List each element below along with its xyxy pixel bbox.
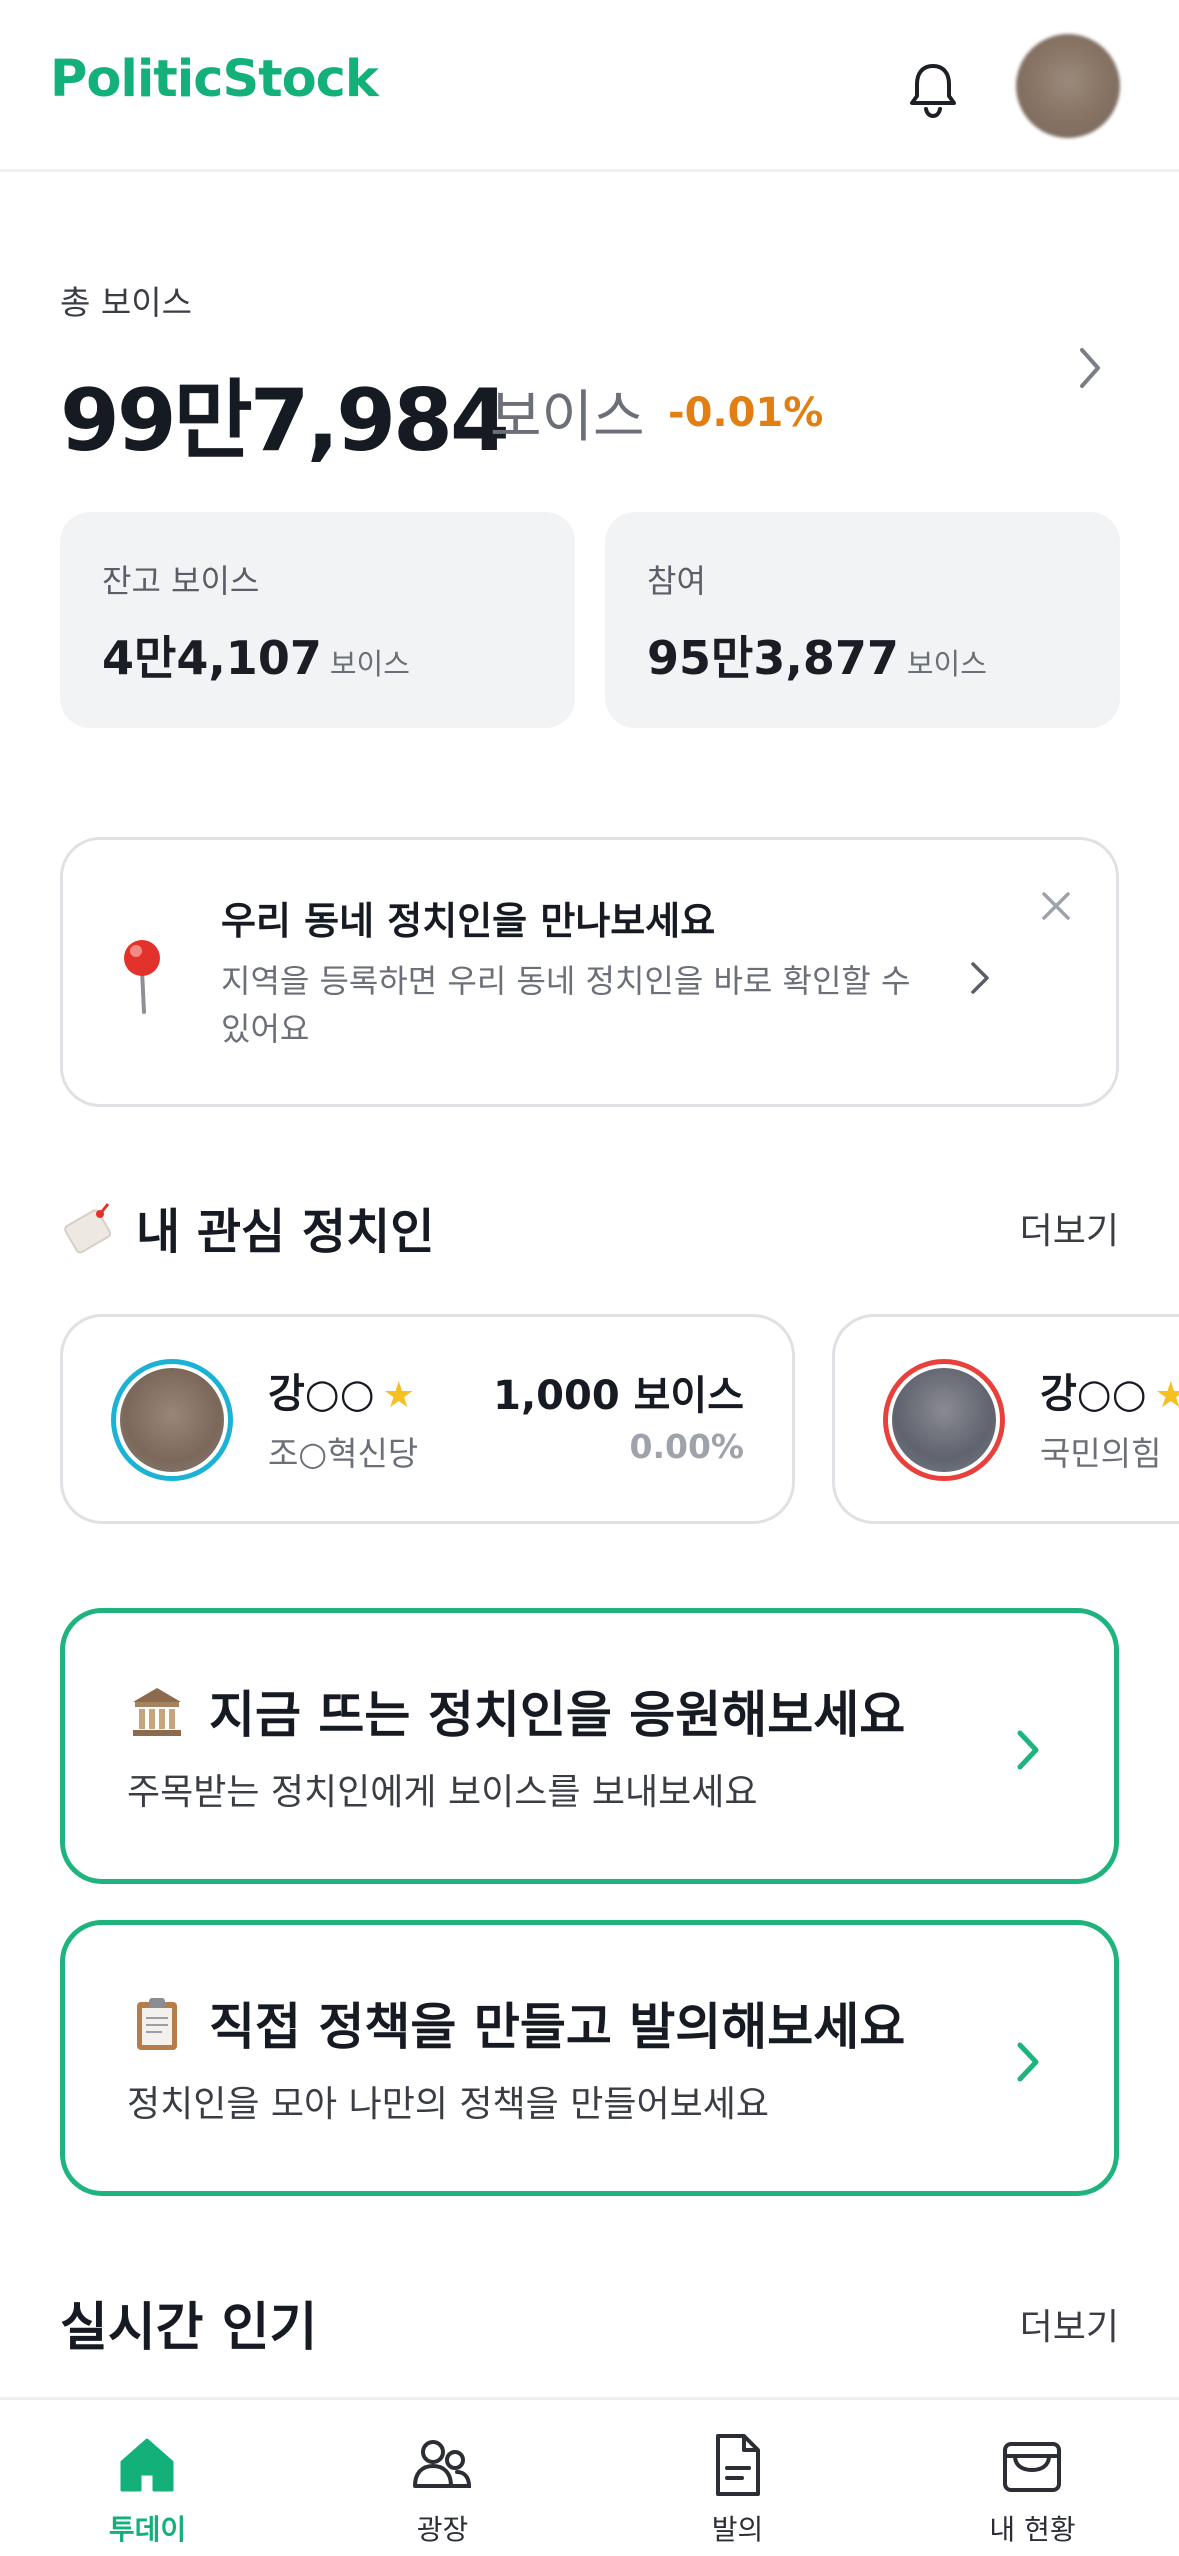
total-voice-unit: 보이스 [490,385,645,450]
participation-value: 95만3,877 보이스 [647,622,987,688]
pin-icon [124,940,160,1014]
politician-name: 강○○ ★ [1040,1361,1179,1419]
remaining-voice-card[interactable]: 잔고 보이스 4만4,107 보이스 [60,512,575,728]
app-logo[interactable]: PoliticStock [50,50,379,109]
realtime-heading: 실시간 인기 [60,2298,318,2358]
profile-avatar[interactable] [1016,34,1120,138]
close-icon[interactable] [1038,888,1074,924]
tag-icon [64,1203,112,1254]
promo-description: 정치인을 모아 나만의 정책을 만들어보세요 [127,2084,769,2125]
document-icon [716,2434,760,2496]
chevron-right-icon[interactable] [1010,2035,1044,2089]
bottom-navigation: 투데이 광장 발의 내 현황 [0,2397,1179,2556]
politician-name-text: 강○○ [268,1371,375,1417]
chevron-right-icon[interactable] [963,954,995,1002]
favorites-title: 내 관심 정치인 [136,1204,435,1260]
home-icon [120,2438,174,2492]
participation-card[interactable]: 참여 95만3,877 보이스 [605,512,1120,728]
participation-unit: 보이스 [906,647,987,681]
remaining-voice-unit: 보이스 [329,647,410,681]
nav-label: 투데이 [108,2513,187,2546]
politician-party: 조○혁신당 [268,1434,419,1473]
remaining-voice-value: 4만4,107 보이스 [102,622,410,688]
bell-icon[interactable] [900,56,966,122]
star-icon: ★ [1154,1375,1179,1416]
star-icon: ★ [382,1375,415,1416]
chevron-right-icon[interactable] [1010,1723,1044,1777]
trending-politician-promo[interactable]: 지금 뜨는 정치인을 응원해보세요 주목받는 정치인에게 보이스를 보내보세요 [60,1608,1119,1884]
clipboard-icon [137,1998,177,2050]
politician-party: 국민의힘 [1040,1434,1162,1473]
total-voice-value[interactable]: 99만7,984 [60,350,510,475]
promo-title: 직접 정책을 만들고 발의해보세요 [127,1987,905,2059]
nav-my-status[interactable]: 내 현황 [885,2400,1179,2556]
chevron-right-icon[interactable] [1070,340,1110,396]
nav-label: 내 현황 [989,2513,1076,2546]
app-header: PoliticStock [0,0,1179,172]
participation-label: 참여 [647,562,706,600]
politician-avatar [111,1359,233,1481]
nav-today[interactable]: 투데이 [0,2400,295,2556]
wallet-icon [1003,2442,1061,2492]
promo-title-text: 지금 뜨는 정치인을 응원해보세요 [209,1686,906,1744]
promo-description: 주목받는 정치인에게 보이스를 보내보세요 [127,1772,758,1813]
classical-building-icon [133,1688,181,1736]
favorite-politician-card[interactable]: 강○○ ★ 국민의힘 [832,1314,1179,1524]
remaining-voice-label: 잔고 보이스 [102,562,260,600]
people-icon [413,2440,472,2488]
nav-plaza[interactable]: 광장 [295,2400,590,2556]
politician-name: 강○○ ★ [268,1361,415,1419]
favorite-politician-card[interactable]: 강○○ ★ 조○혁신당 1,000 보이스 0.00% [60,1314,795,1524]
promo-title-text: 직접 정책을 만들고 발의해보세요 [209,1998,906,2056]
total-voice-change: -0.01% [668,390,824,436]
total-voice-label: 총 보이스 [60,283,192,322]
remaining-voice-number: 4만4,107 [102,631,322,685]
politician-avatar [883,1359,1005,1481]
favorites-heading: 내 관심 정치인 [60,1192,434,1262]
home-screen: PoliticStock 총 보이스 99만7,984 보이스 -0.01% 잔… [0,0,1179,2556]
nav-proposal[interactable]: 발의 [590,2400,885,2556]
region-banner[interactable]: 우리 동네 정치인을 만나보세요 지역을 등록하면 우리 동네 정치인을 바로 … [60,837,1119,1107]
politician-name-text: 강○○ [1040,1371,1147,1417]
banner-title: 우리 동네 정치인을 만나보세요 [221,899,716,943]
favorites-more-link[interactable]: 더보기 [1020,1202,1119,1254]
nav-label: 발의 [711,2513,764,2546]
nav-label: 광장 [416,2513,469,2546]
politician-voice: 1,000 보이스 [493,1373,744,1419]
banner-description: 지역을 등록하면 우리 동네 정치인을 바로 확인할 수 있어요 [221,962,911,1048]
participation-number: 95만3,877 [647,631,899,685]
create-policy-promo[interactable]: 직접 정책을 만들고 발의해보세요 정치인을 모아 나만의 정책을 만들어보세요 [60,1920,1119,2196]
realtime-more-link[interactable]: 더보기 [1020,2298,1119,2350]
politician-change: 0.00% [629,1427,745,1466]
promo-title: 지금 뜨는 정치인을 응원해보세요 [127,1675,905,1747]
